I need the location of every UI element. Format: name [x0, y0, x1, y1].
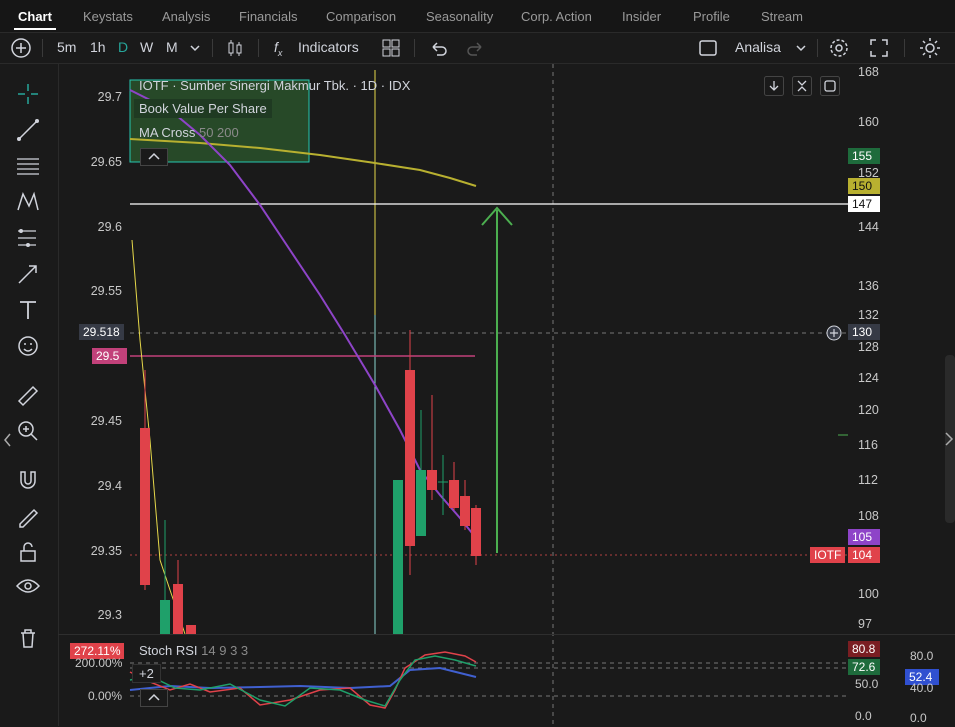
stoch-left-tick: 0.00% — [88, 689, 123, 703]
stoch-rsi-params: 14 9 3 3 — [201, 643, 249, 658]
stoch-right-tick: 0.0 — [855, 709, 872, 723]
collapse-stoch-icon[interactable] — [140, 689, 168, 707]
stoch-right-tick: 50.0 — [855, 677, 879, 691]
stoch-left-tick: 200.00% — [75, 656, 123, 670]
stoch-right-tick: 40.0 — [910, 681, 934, 695]
stoch-rsi-legend[interactable]: Stoch RSI 14 9 3 3 — [139, 643, 248, 658]
stoch-right-tick: 0.0 — [910, 711, 927, 725]
stoch-rsi-name: Stoch RSI — [139, 643, 198, 658]
stoch-rsi-chart[interactable] — [0, 0, 955, 726]
stoch-badge-red: 80.8 — [848, 641, 880, 657]
stoch-badge-green: 72.6 — [848, 659, 880, 675]
more-indicators-button[interactable]: +2 — [132, 664, 161, 683]
stoch-right-tick: 80.0 — [910, 649, 934, 663]
